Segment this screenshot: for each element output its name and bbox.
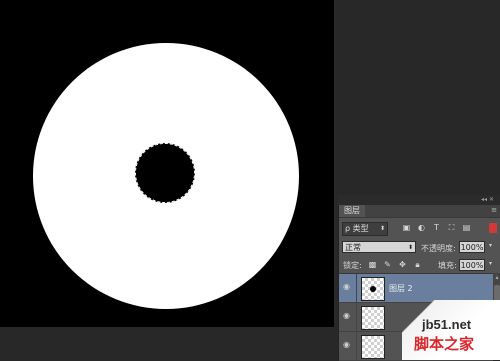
divider <box>356 274 357 302</box>
type-filter-icon[interactable]: T <box>432 223 441 232</box>
chevron-updown-icon: ⬍ <box>407 244 413 251</box>
image-filter-icon[interactable]: ▣ <box>402 223 411 232</box>
eye-icon[interactable]: ◉ <box>343 341 352 349</box>
lock-transparency-icon[interactable]: ▩ <box>368 260 377 269</box>
lock-row: 锁定: ▩ ✎ ✥ 🔒︎ 填充: 100% ▾ <box>339 257 500 273</box>
chevron-updown-icon: ⬍ <box>379 225 385 232</box>
fill-field[interactable]: 100% <box>459 259 485 271</box>
filter-kind-select[interactable]: ρ 类型 ⬍ <box>342 222 388 236</box>
panel-menu-icon[interactable]: ≡ <box>491 206 497 214</box>
layer-thumbnail <box>361 335 385 359</box>
layer-row[interactable]: ◉ 图层 2 <box>339 274 493 303</box>
scroll-up-icon[interactable]: ▴ <box>493 274 500 282</box>
document-canvas[interactable] <box>0 0 334 327</box>
eye-icon[interactable]: ◉ <box>343 283 352 291</box>
white-disc-shape <box>33 43 299 309</box>
divider <box>356 303 357 331</box>
layer-filter-row: ρ 类型 ⬍ ▣ ◐ T ⛶ ▤ <box>339 219 500 237</box>
opacity-label: 不透明度: <box>421 244 456 253</box>
opacity-field[interactable]: 100% <box>459 241 485 253</box>
layer-name: 图层 2 <box>389 284 413 293</box>
shape-filter-icon[interactable]: ⛶ <box>447 223 456 232</box>
watermark-site: jb51.net <box>422 317 472 332</box>
selection-marquee <box>135 143 195 203</box>
filter-toggle-switch[interactable] <box>489 223 497 233</box>
layer-thumbnail <box>361 277 385 301</box>
chevron-down-icon[interactable]: ▾ <box>489 260 492 267</box>
eye-icon[interactable]: ◉ <box>343 312 352 320</box>
search-icon: ρ <box>345 224 351 233</box>
filter-kind-label: 类型 <box>352 224 369 233</box>
blend-row: 正常 ⬍ 不透明度: 100% ▾ <box>339 239 500 255</box>
lock-all-icon[interactable]: 🔒︎ <box>413 260 422 269</box>
panel-tabbar: 图层 ≡ <box>339 205 500 218</box>
blend-mode-select[interactable]: 正常 ⬍ <box>342 241 416 253</box>
document-workspace <box>0 0 338 360</box>
blend-mode-value: 正常 <box>345 243 361 252</box>
lock-image-icon[interactable]: ✎ <box>383 260 392 269</box>
smart-object-filter-icon[interactable]: ▤ <box>462 223 471 232</box>
adjustment-filter-icon[interactable]: ◐ <box>417 223 426 232</box>
tab-layers[interactable]: 图层 <box>339 205 365 217</box>
chevron-down-icon[interactable]: ▾ <box>489 242 492 249</box>
panel-dock-strip <box>338 195 500 205</box>
lock-label: 锁定: <box>343 261 362 270</box>
fill-label: 填充: <box>438 261 457 270</box>
collapse-panels-icon[interactable]: ◂◂ ✕ <box>481 196 494 203</box>
watermark-brand: 脚本之家 <box>414 335 475 353</box>
divider <box>356 332 357 360</box>
lock-position-icon[interactable]: ✥ <box>398 260 407 269</box>
layer-thumbnail <box>361 306 385 330</box>
